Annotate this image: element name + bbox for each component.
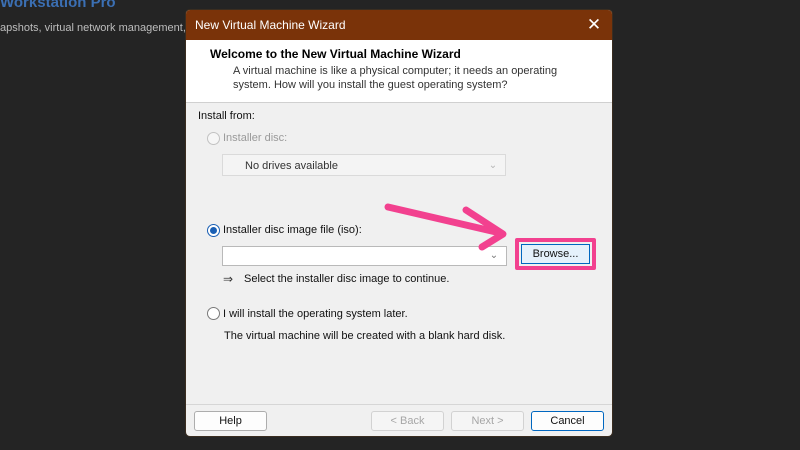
- annotation-arrow-icon: [384, 203, 507, 251]
